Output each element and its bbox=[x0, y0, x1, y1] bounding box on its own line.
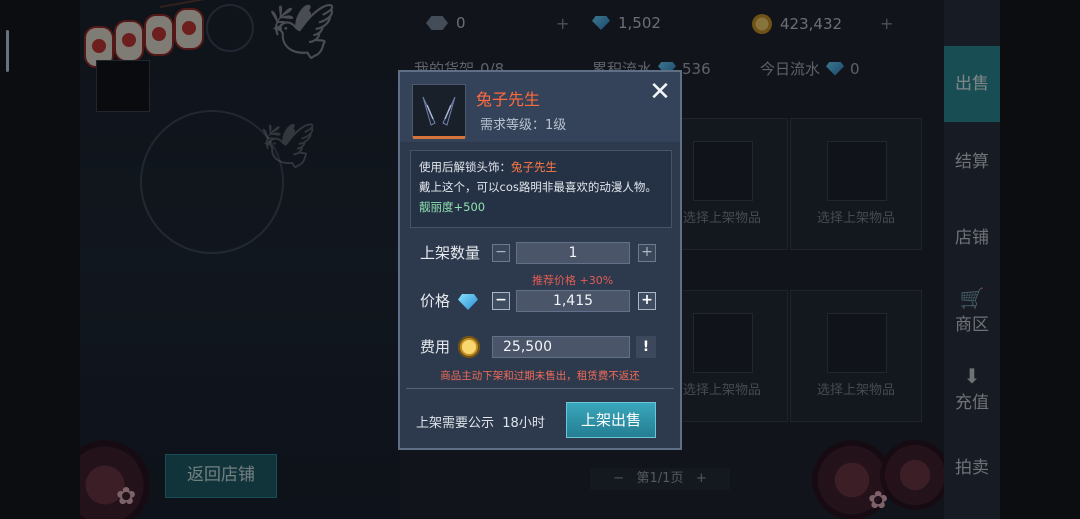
coin-icon bbox=[458, 336, 480, 358]
quantity-minus-button[interactable]: − bbox=[492, 244, 510, 262]
shelf-slot[interactable]: 选择上架物品 bbox=[790, 290, 922, 422]
notice-label: 上架需要公示 bbox=[416, 416, 495, 431]
add-coin-button[interactable]: + bbox=[880, 14, 893, 33]
recharge-icon: ⬇ bbox=[963, 364, 981, 388]
notice-value: 18小时 bbox=[502, 416, 545, 431]
today-flow-label: 今日流水 bbox=[760, 60, 821, 78]
slot-caption: 选择上架物品 bbox=[816, 211, 895, 226]
crane-icon: 🕊 bbox=[268, 0, 337, 63]
nav-auction[interactable]: 拍卖 bbox=[944, 430, 1000, 506]
quantity-plus-button[interactable]: + bbox=[638, 244, 656, 262]
price-minus-button[interactable]: − bbox=[492, 292, 510, 310]
plus-icon: + bbox=[880, 14, 894, 33]
plus-icon: + bbox=[556, 14, 570, 33]
crystal-value: 0 bbox=[456, 14, 466, 32]
dialog-header: 兔子先生 需求等级：1级 ✕ bbox=[400, 72, 680, 142]
required-level: 需求等级：1级 bbox=[480, 118, 567, 133]
price-input[interactable]: 1,415 bbox=[516, 290, 630, 312]
edge-handle bbox=[6, 30, 9, 72]
recommend-hint: 推荐价格 +30% bbox=[532, 274, 614, 287]
lantern-icon bbox=[174, 8, 204, 50]
shop-item-thumbnail[interactable] bbox=[96, 60, 150, 112]
crane-icon: 🕊 bbox=[260, 121, 316, 172]
umbrella-icon bbox=[880, 440, 950, 510]
game-screen: 🕊 🕊 ✿ 返回店铺 0 + 1,502 423,432 + ✕ 我的货架 0/… bbox=[0, 0, 1080, 519]
fee-warning: 商品主动下架和过期未售出，租赁费不返还 bbox=[440, 370, 640, 382]
desc-bonus: 靓丽度+500 bbox=[419, 200, 486, 214]
item-title: 兔子先生 bbox=[476, 90, 541, 109]
lantern-icon bbox=[114, 20, 144, 62]
diamond-icon bbox=[826, 61, 845, 76]
lantern-icon bbox=[144, 14, 174, 56]
listing-dialog: 兔子先生 需求等级：1级 ✕ 使用后解锁头饰：兔子先生 戴上这个，可以cos路明… bbox=[398, 70, 682, 450]
gem-resource: 1,502 bbox=[592, 14, 661, 32]
right-black-bar bbox=[1000, 0, 1080, 519]
fee-label: 费用 bbox=[420, 338, 451, 356]
crystal-resource: 0 bbox=[426, 14, 466, 32]
slot-caption: 选择上架物品 bbox=[816, 383, 895, 398]
close-dialog-button[interactable]: ✕ bbox=[646, 78, 674, 106]
coin-icon bbox=[752, 14, 772, 34]
item-description: 使用后解锁头饰：兔子先生 戴上这个，可以cos路明非最喜欢的动漫人物。 靓丽度+… bbox=[410, 150, 672, 228]
today-flow: 今日流水 0 bbox=[760, 58, 860, 79]
fee-info-button[interactable]: ! bbox=[636, 336, 656, 358]
quantity-input[interactable]: 1 bbox=[516, 242, 630, 264]
desc-highlight: 兔子先生 bbox=[511, 160, 557, 174]
nav-settle[interactable]: 结算 bbox=[944, 124, 1000, 200]
resource-bar: 0 + 1,502 423,432 + bbox=[400, 0, 944, 50]
add-crystal-button[interactable]: + bbox=[556, 14, 569, 33]
today-flow-value: 0 bbox=[850, 59, 860, 78]
pager: − 第1/1页 + bbox=[590, 468, 730, 490]
gem-value: 1,502 bbox=[618, 14, 661, 32]
list-for-sale-button[interactable]: 上架出售 bbox=[566, 402, 656, 438]
publicity-notice: 上架需要公示 18小时 bbox=[416, 412, 545, 431]
nav-recharge[interactable]: ⬇ 充值 bbox=[944, 364, 1000, 424]
shelf-slot[interactable]: 选择上架物品 bbox=[790, 118, 922, 250]
pattern-circle bbox=[206, 4, 254, 52]
desc-line: 戴上这个，可以cos路明非最喜欢的动漫人物。 bbox=[419, 180, 657, 194]
diamond-icon bbox=[592, 16, 610, 30]
page-label: 第1/1页 bbox=[636, 471, 684, 486]
desc-prefix: 使用后解锁头饰： bbox=[419, 160, 511, 174]
prev-page-button[interactable]: − bbox=[613, 471, 624, 486]
return-shop-button[interactable]: 返回店铺 bbox=[165, 454, 277, 498]
diamond-icon bbox=[458, 294, 478, 310]
price-plus-button[interactable]: + bbox=[638, 292, 656, 310]
cart-icon: 🛒 bbox=[959, 286, 985, 310]
coin-value: 423,432 bbox=[780, 15, 843, 33]
fee-value: 25,500 bbox=[492, 336, 630, 358]
nav-recharge-label: 充值 bbox=[955, 393, 989, 413]
quantity-label: 上架数量 bbox=[420, 244, 481, 262]
item-icon bbox=[412, 84, 466, 139]
nav-market-label: 商区 bbox=[955, 315, 989, 335]
umbrella-icon bbox=[80, 440, 150, 519]
next-page-button[interactable]: + bbox=[696, 471, 707, 486]
price-label: 价格 bbox=[420, 292, 451, 310]
left-black-bar bbox=[0, 0, 80, 519]
rarity-bar bbox=[413, 136, 465, 139]
sakura-icon: ✿ bbox=[868, 486, 889, 514]
nav-market[interactable]: 🛒 商区 bbox=[944, 286, 1000, 346]
sakura-icon: ✿ bbox=[116, 482, 137, 510]
nav-shop[interactable]: 店铺 bbox=[944, 200, 1000, 276]
coin-resource: 423,432 bbox=[752, 14, 842, 34]
crystal-icon bbox=[426, 16, 448, 30]
rabbit-ears-icon bbox=[422, 96, 456, 126]
total-flow-value: 536 bbox=[682, 59, 711, 78]
nav-sell[interactable]: 出售 bbox=[944, 46, 1000, 122]
divider bbox=[406, 388, 674, 389]
